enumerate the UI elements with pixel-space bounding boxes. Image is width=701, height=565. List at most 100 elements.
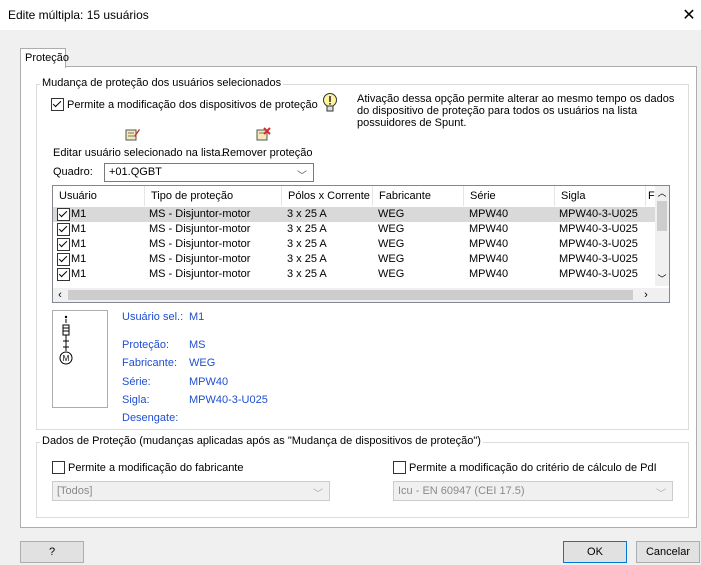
ok-button[interactable]: OK: [563, 541, 627, 563]
table-cell-serie: MPW40: [469, 268, 509, 280]
chevron-right-icon[interactable]: ›: [639, 288, 653, 302]
cancel-button[interactable]: Cancelar: [636, 541, 700, 563]
table-cell-fabricante: WEG: [378, 238, 405, 250]
scroll-thumb[interactable]: [657, 201, 667, 231]
table-row[interactable]: M1 MS - Disjuntor-motor 3 x 25 A WEG MPW40 MP…: [53, 222, 655, 237]
table-cell-tipo: MS - Disjuntor-motor: [149, 238, 251, 250]
table-cell-polos: 3 x 25 A: [287, 268, 327, 280]
row-checkbox[interactable]: [57, 238, 70, 251]
detail-desengate-label: Desengate:: [122, 412, 179, 424]
permit-devices-checkbox[interactable]: [51, 98, 64, 111]
table-cell-polos: 3 x 25 A: [287, 238, 327, 250]
help-button[interactable]: ?: [20, 541, 84, 563]
table-row[interactable]: M1 MS - Disjuntor-motor 3 x 25 A WEG MPW40 MP…: [53, 237, 655, 252]
table-row[interactable]: M1 MS - Disjuntor-motor 3 x 25 A WEG MPW40 MP…: [53, 252, 655, 267]
permit-manufacturer-checkbox[interactable]: [52, 461, 65, 474]
close-icon[interactable]: ✕: [679, 5, 699, 25]
table-cell-fabricante: WEG: [378, 223, 405, 235]
vertical-scrollbar[interactable]: ︿ ﹀: [655, 186, 669, 286]
table-cell-serie: MPW40: [469, 208, 509, 220]
detail-fabricante-label: Fabricante:: [122, 357, 178, 369]
table-cell-usuario: M1: [71, 253, 87, 265]
manufacturer-select[interactable]: [Todos] ﹀: [52, 481, 330, 501]
lightbulb-icon: [323, 93, 337, 112]
permit-pdi-checkbox[interactable]: [393, 461, 406, 474]
table-cell-polos: 3 x 25 A: [287, 208, 327, 220]
chevron-down-icon[interactable]: ﹀: [655, 272, 669, 286]
table-row[interactable]: M1 MS - Disjuntor-motor 3 x 25 A WEG MPW40 MP…: [53, 207, 655, 222]
column-header[interactable]: Sigla: [555, 186, 646, 206]
table-cell-sigla: MPW40-3-U025: [559, 208, 638, 220]
row-checkbox[interactable]: [57, 268, 70, 281]
table-cell-serie: MPW40: [469, 238, 509, 250]
detail-usuario-label: Usuário sel.:: [122, 311, 184, 323]
table-cell-tipo: MS - Disjuntor-motor: [149, 253, 251, 265]
detail-sigla-value: MPW40-3-U025: [189, 394, 268, 406]
edit-user-icon[interactable]: [125, 127, 140, 142]
detail-fabricante-value: WEG: [189, 357, 216, 369]
horizontal-scrollbar[interactable]: ‹ ›: [53, 288, 669, 302]
column-header[interactable]: Série: [464, 186, 555, 206]
group-protection-data: [36, 442, 689, 518]
scroll-thumb[interactable]: [68, 290, 633, 300]
table-cell-tipo: MS - Disjuntor-motor: [149, 223, 251, 235]
chevron-down-icon: ﹀: [656, 489, 666, 500]
quadro-select-value: +01.QGBT: [109, 166, 162, 178]
info-text: Ativação dessa opção permite alterar ao …: [357, 93, 675, 129]
permit-pdi-checkbox-row[interactable]: Permite a modificação do critério de cál…: [393, 461, 657, 474]
title-bar: Edite múltipla: 15 usuários ✕: [0, 0, 701, 31]
pdi-select[interactable]: Icu - EN 60947 (CEI 17.5) ﹀: [393, 481, 673, 501]
detail-usuario-value: M1: [189, 311, 205, 323]
chevron-down-icon: ﹀: [297, 171, 307, 182]
tab-protecao[interactable]: Proteção: [20, 48, 70, 68]
column-header[interactable]: Usuário: [53, 186, 145, 206]
table-cell-fabricante: WEG: [378, 208, 405, 220]
svg-text:M: M: [63, 354, 70, 363]
permit-manufacturer-label: Permite a modificação do fabricante: [68, 461, 244, 474]
permit-manufacturer-checkbox-row[interactable]: Permite a modificação do fabricante: [52, 461, 243, 474]
table-cell-fabricante: WEG: [378, 253, 405, 265]
table-cell-tipo: MS - Disjuntor-motor: [149, 268, 251, 280]
table-row[interactable]: M1 MS - Disjuntor-motor 3 x 25 A WEG MPW40 MP…: [53, 267, 655, 282]
detail-serie-label: Série:: [122, 376, 151, 388]
detail-serie-value: MPW40: [189, 376, 229, 388]
motor-protection-icon: M: [59, 315, 73, 365]
row-checkbox[interactable]: [57, 223, 70, 236]
tab-label: Proteção: [25, 52, 70, 64]
symbol-box: M: [52, 310, 108, 408]
quadro-label: Quadro:: [53, 166, 93, 178]
table-cell-usuario: M1: [71, 238, 87, 250]
table-cell-tipo: MS - Disjuntor-motor: [149, 208, 251, 220]
table-cell-polos: 3 x 25 A: [287, 253, 327, 265]
group-protection-data-title: Dados de Proteção (mudanças aplicadas ap…: [40, 435, 483, 447]
chevron-left-icon[interactable]: ‹: [53, 288, 67, 302]
pdi-select-value: Icu - EN 60947 (CEI 17.5): [398, 485, 525, 497]
table-cell-sigla: MPW40-3-U025: [559, 253, 638, 265]
table-cell-polos: 3 x 25 A: [287, 223, 327, 235]
remove-protection-icon[interactable]: [256, 127, 271, 142]
permit-pdi-label: Permite a modificação do critério de cál…: [409, 461, 657, 474]
row-checkbox[interactable]: [57, 208, 70, 221]
remove-protection-button[interactable]: Remover proteção: [222, 147, 313, 159]
window-title: Edite múltipla: 15 usuários: [8, 8, 149, 22]
table-cell-sigla: MPW40-3-U025: [559, 268, 638, 280]
column-header[interactable]: Pólos x Corrente: [282, 186, 373, 206]
detail-sigla-label: Sigla:: [122, 394, 150, 406]
manufacturer-select-value: [Todos]: [57, 485, 93, 497]
table-cell-fabricante: WEG: [378, 268, 405, 280]
table-cell-usuario: M1: [71, 208, 87, 220]
quadro-select[interactable]: +01.QGBT ﹀: [104, 163, 314, 182]
table-cell-serie: MPW40: [469, 223, 509, 235]
edit-user-button[interactable]: Editar usuário selecionado na lista...: [53, 147, 230, 159]
users-table[interactable]: Usuário Tipo de proteção Pólos x Corrent…: [52, 185, 670, 303]
table-cell-sigla: MPW40-3-U025: [559, 238, 638, 250]
permit-devices-checkbox-row[interactable]: Permite a modificação dos dispositivos d…: [51, 98, 318, 111]
chevron-down-icon: ﹀: [313, 489, 323, 500]
chevron-up-icon[interactable]: ︿: [655, 186, 669, 200]
column-header[interactable]: Tipo de proteção: [145, 186, 282, 206]
row-checkbox[interactable]: [57, 253, 70, 266]
detail-protecao-label: Proteção:: [122, 339, 170, 351]
column-header[interactable]: Fabricante: [373, 186, 464, 206]
table-cell-usuario: M1: [71, 223, 87, 235]
permit-devices-label: Permite a modificação dos dispositivos d…: [67, 98, 318, 111]
